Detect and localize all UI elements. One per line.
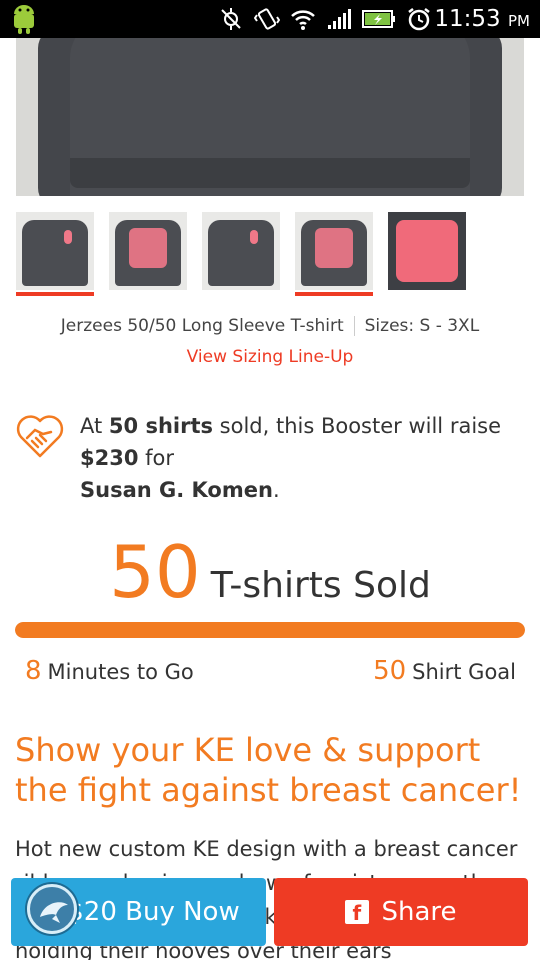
handshake-heart-icon	[16, 415, 64, 458]
alarm-icon	[408, 8, 430, 31]
share-button[interactable]: f Share	[274, 878, 528, 946]
divider	[353, 316, 355, 336]
thumbnail-design-art[interactable]	[388, 212, 466, 290]
product-meta: Jerzees 50/50 Long Sleeve T-shirt Sizes: …	[0, 316, 540, 336]
thumbnail-graphic	[315, 228, 353, 268]
view-sizing-link[interactable]: View Sizing Line-Up	[0, 347, 540, 367]
benefit-prefix: At	[80, 414, 109, 438]
benefit-middle: sold, this Booster will raise	[212, 414, 502, 438]
sold-label: T-shirts Sold	[210, 565, 431, 606]
share-label: Share	[381, 897, 457, 927]
product-sizes: Sizes: S - 3XL	[364, 316, 480, 336]
thumbnail-selected-indicator	[16, 292, 94, 296]
thumbnail-back[interactable]	[109, 212, 187, 290]
product-name: Jerzees 50/50 Long Sleeve T-shirt	[60, 316, 344, 336]
vibrate-icon	[254, 8, 280, 30]
goal-number: 50	[373, 656, 407, 686]
ribbon-icon	[64, 230, 72, 244]
clock: 11:53 PM	[434, 6, 530, 34]
minutes-label: Minutes to Go	[47, 660, 194, 684]
dolphin-browser-icon[interactable]	[27, 884, 77, 934]
shirt-goal: 50 Shirt Goal	[373, 656, 516, 686]
thumbnail-selected-indicator	[295, 292, 373, 296]
shirt-hem	[70, 158, 470, 188]
sold-count: 50 T-shirts Sold	[0, 530, 540, 614]
thumbnail-shirt	[208, 220, 274, 286]
benefit-shirts: 50 shirts	[108, 414, 213, 438]
status-bar: 11:53 PM	[0, 0, 540, 38]
sold-number: 50	[109, 530, 201, 614]
thumbnail-strip	[16, 212, 524, 302]
product-hero-image	[16, 38, 524, 196]
thumbnail-back-model[interactable]	[295, 212, 373, 290]
thumbnail-shirt	[22, 220, 88, 286]
android-icon	[14, 5, 34, 34]
progress-bar	[15, 622, 525, 638]
facebook-icon: f	[345, 900, 370, 925]
thumbnail-front[interactable]	[16, 212, 94, 290]
time-remaining: 8 Minutes to Go	[25, 656, 194, 686]
clock-time: 11:53	[434, 6, 501, 32]
wifi-icon	[291, 10, 315, 30]
dolphin-icon	[40, 902, 68, 923]
minutes-number: 8	[25, 656, 42, 686]
ribbon-icon	[250, 230, 258, 244]
gps-off-icon	[221, 8, 241, 30]
campaign-headline: Show your KE love & support the fight ag…	[15, 731, 522, 809]
benefit-charity: Susan G. Komen	[80, 478, 273, 502]
benefit-suffix: for	[138, 446, 175, 470]
goal-label: Shirt Goal	[412, 660, 516, 684]
thumbnail-graphic	[396, 220, 458, 282]
benefit-text: At 50 shirts sold, this Booster will rai…	[80, 410, 520, 506]
signal-icon	[328, 9, 351, 29]
benefit-amount: $230	[80, 446, 139, 470]
clock-ampm: PM	[508, 12, 530, 30]
thumbnail-front-model[interactable]	[202, 212, 280, 290]
battery-charging-icon	[362, 10, 395, 28]
benefit-period: .	[272, 478, 280, 502]
progress-fill	[15, 622, 525, 638]
thumbnail-graphic	[129, 228, 167, 268]
